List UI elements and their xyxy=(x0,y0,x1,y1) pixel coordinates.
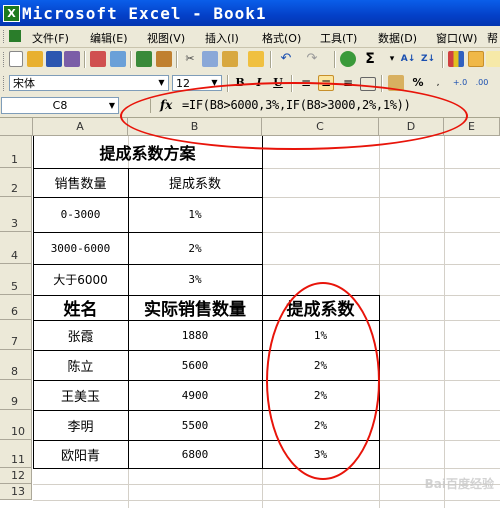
scheme-header-quantity[interactable]: 销售数量 xyxy=(33,168,128,197)
menu-window[interactable]: 窗口(W) xyxy=(436,30,477,46)
menu-edit[interactable]: 编辑(E) xyxy=(90,30,128,46)
scheme-rate-cell[interactable]: 2% xyxy=(128,232,262,264)
toolbar-separator xyxy=(334,51,336,68)
table-row-name[interactable]: 陈立 xyxy=(33,350,128,380)
copy-icon[interactable] xyxy=(202,51,218,67)
menu-insert[interactable]: 插入(I) xyxy=(205,30,239,46)
font-name-value: 宋体 xyxy=(13,77,35,90)
toolbar-separator xyxy=(84,51,86,68)
name-box[interactable]: C8 ▼ xyxy=(1,97,119,114)
row-header-4[interactable]: 4 xyxy=(0,232,32,264)
column-header-a[interactable]: A xyxy=(33,118,128,136)
cut-icon[interactable]: ✂ xyxy=(182,51,198,67)
title-bar: X Microsoft Excel - Book1 xyxy=(0,0,500,26)
row-header-11[interactable]: 11 xyxy=(0,440,32,468)
menu-file[interactable]: 文件(F) xyxy=(32,30,69,46)
table-row-name[interactable]: 王美玉 xyxy=(33,380,128,410)
cell-border xyxy=(262,136,263,296)
chart-wizard-icon[interactable] xyxy=(448,51,464,67)
row-header-1[interactable]: 1 xyxy=(0,136,32,168)
table-row-sales[interactable]: 5600 xyxy=(128,350,262,380)
autosum-icon[interactable]: Σ xyxy=(362,51,378,67)
new-icon[interactable] xyxy=(9,51,23,67)
chevron-down-icon[interactable]: ▼ xyxy=(109,98,115,113)
save-icon[interactable] xyxy=(46,51,62,67)
redo-icon[interactable]: ↷ xyxy=(304,51,320,67)
paste-icon[interactable] xyxy=(222,51,238,67)
row-header-2[interactable]: 2 xyxy=(0,168,32,197)
table-row-name[interactable]: 欧阳青 xyxy=(33,440,128,468)
toolbar-separator xyxy=(270,51,272,68)
scheme-header-coefficient[interactable]: 提成系数 xyxy=(128,168,262,197)
table-row-sales[interactable]: 1880 xyxy=(128,320,262,350)
window-title: Microsoft Excel - Book1 xyxy=(22,4,267,23)
spelling-icon[interactable] xyxy=(136,51,152,67)
worksheet-grid[interactable]: A B C D E 1 2 3 4 5 6 7 8 9 10 11 12 13 xyxy=(0,118,500,508)
toolbar-separator xyxy=(442,51,444,68)
sort-ascending-icon[interactable]: A↓ xyxy=(400,51,416,67)
gridline xyxy=(444,136,445,508)
table-row-name[interactable]: 张霞 xyxy=(33,320,128,350)
workbook-icon[interactable] xyxy=(9,30,21,42)
row-header-12[interactable]: 12 xyxy=(0,468,32,484)
more-icon[interactable] xyxy=(486,51,500,67)
table-row-sales[interactable]: 5500 xyxy=(128,410,262,440)
decrease-decimal-icon[interactable]: .00 xyxy=(474,75,490,91)
toolbar-grip[interactable] xyxy=(3,76,7,91)
header-name[interactable]: 姓名 xyxy=(33,295,128,320)
row-header-5[interactable]: 5 xyxy=(0,264,32,295)
row-header-13[interactable]: 13 xyxy=(0,484,32,500)
print-preview-icon[interactable] xyxy=(110,51,126,67)
comma-style-icon[interactable]: , xyxy=(430,75,446,91)
research-icon[interactable] xyxy=(156,51,172,67)
menu-tools[interactable]: 工具(T) xyxy=(320,30,357,46)
toolbar-grip[interactable] xyxy=(3,52,7,67)
standard-toolbar: ✂ ↶ ↷ Σ ▾ A↓ Z↓ xyxy=(0,48,500,73)
open-icon[interactable] xyxy=(27,51,43,67)
row-header-7[interactable]: 7 xyxy=(0,320,32,350)
drawing-icon[interactable] xyxy=(468,51,484,67)
toolbar-separator xyxy=(176,51,178,68)
scheme-range-cell[interactable]: 3000-6000 xyxy=(33,232,128,264)
menu-format[interactable]: 格式(O) xyxy=(262,30,301,46)
permission-icon[interactable] xyxy=(64,51,80,67)
row-header-8[interactable]: 8 xyxy=(0,350,32,380)
toolbar-grip[interactable] xyxy=(3,30,7,43)
menu-help[interactable]: 帮 xyxy=(487,30,498,46)
chevron-down-icon[interactable]: ▾ xyxy=(384,51,400,67)
menu-bar: 文件(F) 编辑(E) 视图(V) 插入(I) 格式(O) 工具(T) 数据(D… xyxy=(0,26,500,48)
menu-data[interactable]: 数据(D) xyxy=(378,30,417,46)
hyperlink-icon[interactable] xyxy=(340,51,356,67)
menu-view[interactable]: 视图(V) xyxy=(147,30,185,46)
row-header-9[interactable]: 9 xyxy=(0,380,32,410)
print-icon[interactable] xyxy=(90,51,106,67)
chevron-down-icon[interactable]: ▼ xyxy=(156,77,167,89)
scheme-range-cell[interactable]: 大于6000 xyxy=(33,264,128,295)
table-row-sales[interactable]: 6800 xyxy=(128,440,262,468)
undo-icon[interactable]: ↶ xyxy=(278,51,294,67)
header-actual-sales[interactable]: 实际销售数量 xyxy=(128,295,262,320)
font-name-select[interactable]: 宋体 ▼ xyxy=(9,75,169,91)
select-all-corner[interactable] xyxy=(0,118,33,136)
result-column-highlight-ring xyxy=(266,282,380,480)
scheme-range-cell[interactable]: 0-3000 xyxy=(33,197,128,232)
table-row-name[interactable]: 李明 xyxy=(33,410,128,440)
watermark: Bai百度经验 xyxy=(424,477,494,491)
row-header-10[interactable]: 10 xyxy=(0,410,32,440)
row-header-3[interactable]: 3 xyxy=(0,197,32,232)
percent-button[interactable]: % xyxy=(410,75,426,91)
format-painter-icon[interactable] xyxy=(248,51,264,67)
formula-highlight-ring xyxy=(120,82,468,150)
name-box-value: C8 xyxy=(52,99,68,112)
scheme-rate-cell[interactable]: 1% xyxy=(128,197,262,232)
sort-descending-icon[interactable]: Z↓ xyxy=(420,51,436,67)
increase-decimal-icon[interactable]: +.0 xyxy=(452,75,468,91)
gridline xyxy=(33,500,500,501)
table-row-sales[interactable]: 4900 xyxy=(128,380,262,410)
scheme-rate-cell[interactable]: 3% xyxy=(128,264,262,295)
excel-app-icon[interactable]: X xyxy=(3,5,20,22)
toolbar-separator xyxy=(130,51,132,68)
row-header-6[interactable]: 6 xyxy=(0,295,32,320)
